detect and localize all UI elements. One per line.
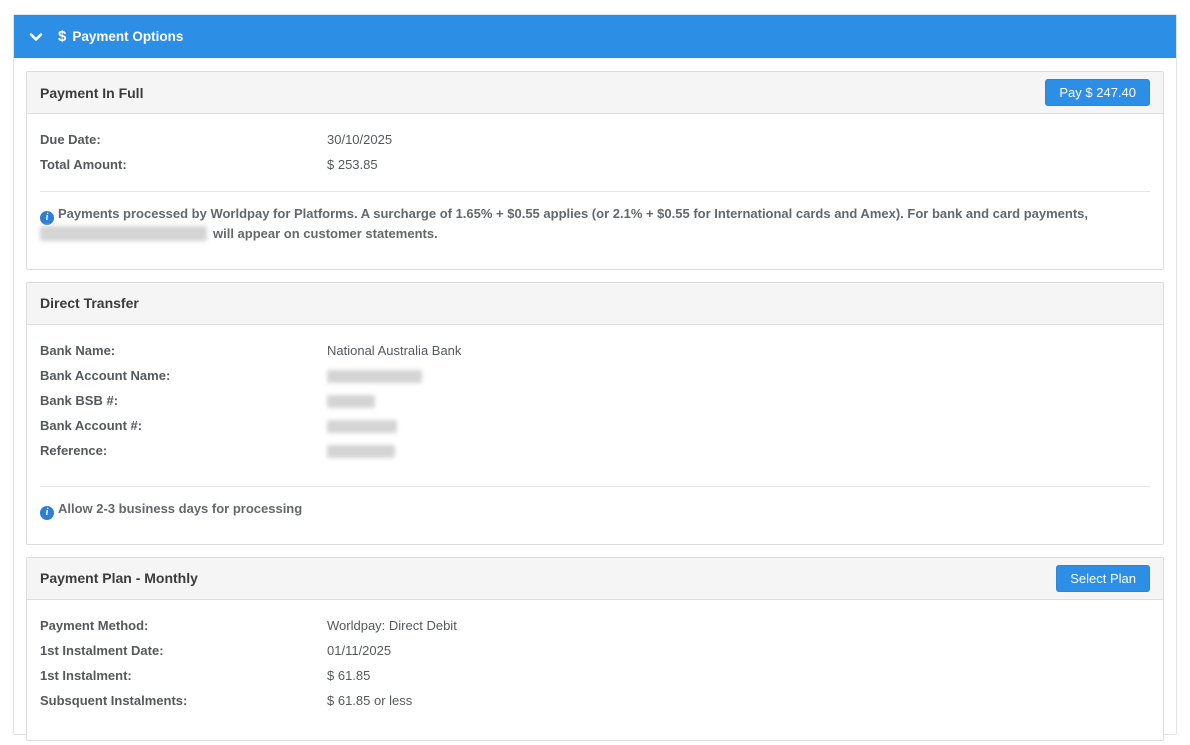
payment-options-widget: $ Payment Options Payment In Full Pay $ … [13, 14, 1177, 741]
row-value [327, 388, 375, 413]
row-value: 01/11/2025 [327, 642, 392, 658]
row-subsequent-instalments: Subsquent Instalments: $ 61.85 or less [40, 688, 1150, 713]
row-label: Bank BSB #: [40, 392, 119, 408]
payment-options-header[interactable]: $ Payment Options [14, 15, 1176, 58]
row-first-instalment-date: 1st Instalment Date: 01/11/2025 [40, 638, 1150, 663]
row-value: $ 61.85 or less [327, 692, 413, 708]
row-value: Worldpay: Direct Debit [327, 617, 457, 633]
panel-title: Payment Plan - Monthly [40, 570, 198, 586]
row-label: Reference: [40, 442, 108, 458]
chevron-down-icon [28, 29, 44, 45]
row-payment-method: Payment Method: Worldpay: Direct Debit [40, 613, 1150, 638]
row-value: 30/10/2025 [327, 132, 393, 147]
panel-payment-plan: Payment Plan - Monthly Select Plan Payme… [26, 556, 1164, 741]
panel-direct-transfer-header: Direct Transfer [27, 282, 1163, 325]
row-label: Bank Account Name: [40, 367, 171, 383]
row-value [327, 413, 397, 438]
select-plan-button[interactable]: Select Plan [1056, 564, 1150, 592]
panel-title: Payment In Full [40, 84, 144, 101]
redacted-value [327, 394, 375, 408]
panel-payment-in-full-body: Due Date: 30/10/2025 Total Amount: $ 253… [27, 114, 1163, 269]
info-icon: i [40, 505, 54, 520]
row-reference: Reference: [40, 438, 1150, 463]
processing-note: i Allow 2-3 business days for processing [40, 487, 1150, 520]
row-label: Total Amount: [40, 157, 127, 172]
row-bank-account-name: Bank Account Name: [40, 363, 1150, 388]
panel-direct-transfer: Direct Transfer Bank Name: National Aust… [26, 281, 1164, 545]
row-total-amount: Total Amount: $ 253.85 [40, 152, 1150, 177]
row-label: Due Date: [40, 132, 101, 147]
redacted-value [327, 444, 395, 458]
panel-payment-in-full-header: Payment In Full Pay $ 247.40 [27, 72, 1163, 114]
row-value [327, 363, 422, 388]
row-value [327, 438, 395, 463]
row-bank-name: Bank Name: National Australia Bank [40, 338, 1150, 363]
row-label: Payment Method: [40, 617, 149, 633]
pay-button[interactable]: Pay $ 247.40 [1045, 79, 1150, 106]
dollar-icon: $ [58, 28, 67, 45]
panel-payment-in-full: Payment In Full Pay $ 247.40 Due Date: 3… [26, 71, 1164, 270]
row-value: $ 253.85 [327, 157, 378, 172]
row-bank-account-number: Bank Account #: [40, 413, 1150, 438]
panel-payment-plan-header: Payment Plan - Monthly Select Plan [27, 557, 1163, 600]
processing-note-text: Allow 2-3 business days for processing [58, 500, 303, 516]
row-label: Subsquent Instalments: [40, 692, 188, 708]
panel-payment-plan-body: Payment Method: Worldpay: Direct Debit 1… [27, 600, 1163, 740]
surcharge-note: i Payments processed by Worldpay for Plat… [40, 192, 1150, 243]
row-value: National Australia Bank [327, 342, 462, 358]
row-value: $ 61.85 [327, 667, 371, 683]
row-first-instalment: 1st Instalment: $ 61.85 [40, 663, 1150, 688]
row-due-date: Due Date: 30/10/2025 [40, 127, 1150, 152]
row-bank-bsb: Bank BSB #: [40, 388, 1150, 413]
row-label: 1st Instalment: [40, 667, 132, 683]
redacted-value [327, 419, 397, 433]
info-icon: i [40, 211, 54, 225]
row-label: Bank Name: [40, 342, 116, 358]
redacted-value [327, 369, 422, 383]
surcharge-note-text-after: will appear on customer statements. [213, 226, 438, 241]
row-label: Bank Account #: [40, 417, 143, 433]
panel-direct-transfer-body: Bank Name: National Australia Bank Bank … [27, 325, 1163, 544]
section-title: Payment Options [72, 29, 184, 44]
payment-options-content: Payment In Full Pay $ 247.40 Due Date: 3… [14, 58, 1176, 745]
panel-title: Direct Transfer [40, 295, 139, 311]
redacted-merchant-name [40, 226, 207, 241]
row-label: 1st Instalment Date: [40, 642, 164, 658]
surcharge-note-text: Payments processed by Worldpay for Platf… [58, 206, 1088, 221]
